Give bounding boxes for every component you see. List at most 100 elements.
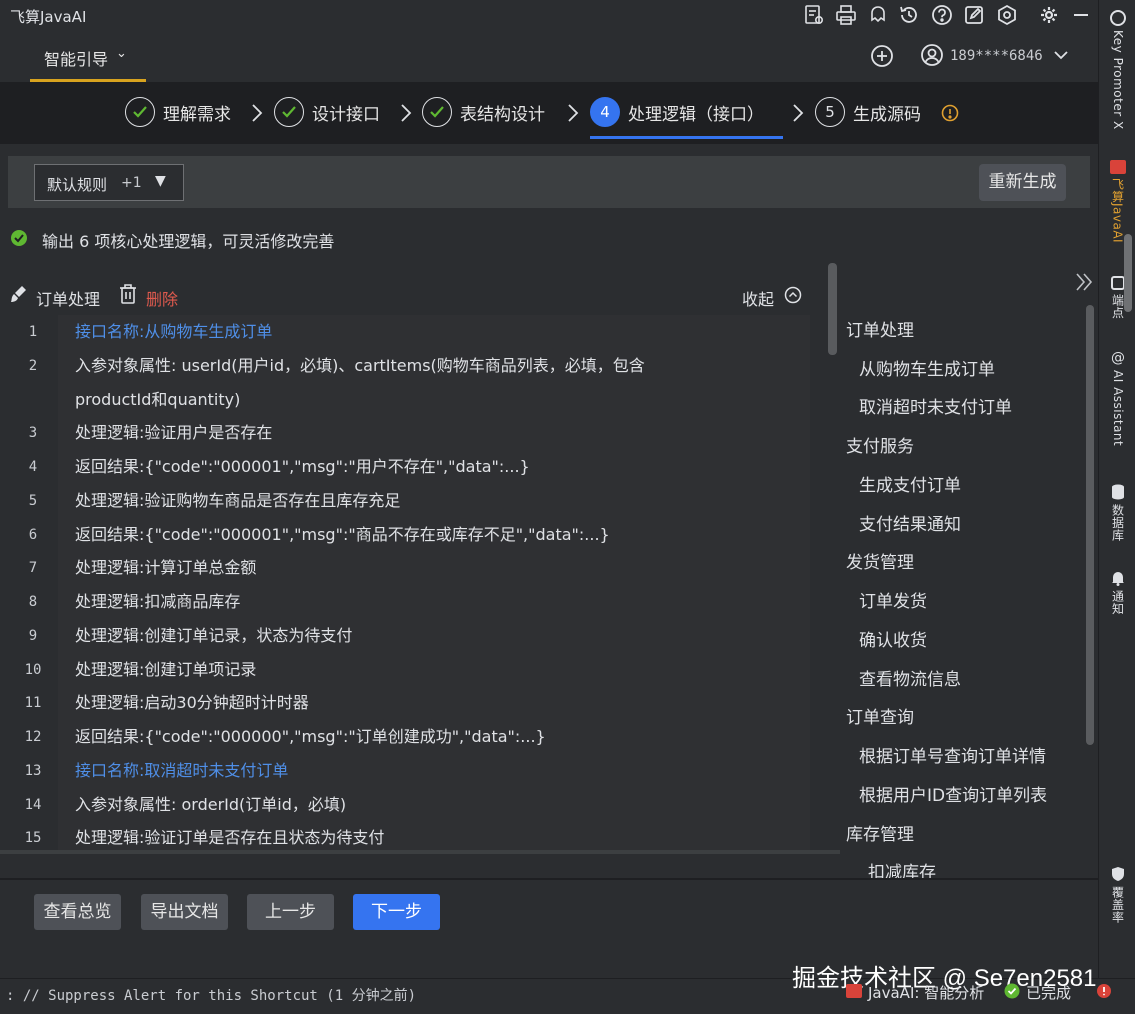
code-line[interactable]: 12 返回结果:{"code":"000000","msg":"订单创建成功","…	[0, 720, 810, 754]
line-number: 12	[24, 729, 42, 745]
divider	[0, 878, 1098, 880]
delete-button[interactable]: 删除	[146, 286, 178, 310]
header: 智能引导 ⌄ 189****6846	[0, 32, 1098, 82]
ai-assistant-tool[interactable]: @ AI Assistant	[1105, 350, 1131, 446]
document-settings-icon[interactable]	[803, 4, 825, 26]
outline-item[interactable]: 确认收货	[859, 626, 927, 651]
line-number: 11	[24, 695, 42, 711]
error-indicator-icon[interactable]	[1096, 983, 1112, 999]
printer-icon[interactable]	[835, 4, 857, 26]
step-table-design[interactable]: 表结构设计	[422, 96, 545, 128]
outline-scrollbar[interactable]	[1086, 305, 1094, 745]
outline-group[interactable]: 发货管理	[846, 548, 914, 573]
database-tool[interactable]: 数据库	[1105, 484, 1131, 542]
history-icon[interactable]	[898, 4, 920, 26]
code-line[interactable]: 8 处理逻辑:扣减商品库存	[0, 585, 810, 619]
outline-item[interactable]: 取消超时未支付订单	[859, 393, 1012, 418]
chevron-right-icon	[399, 102, 413, 124]
outline-item[interactable]: 扣减库存	[868, 858, 936, 878]
code-line[interactable]: 6 返回结果:{"code":"000001","msg":"商品不存在或库存不足…	[0, 518, 810, 552]
status-message[interactable]: : // Suppress Alert for this Shortcut (1…	[6, 985, 416, 1005]
tool-label: Key Promoter X	[1111, 30, 1125, 130]
outline-item[interactable]: 支付结果通知	[859, 510, 961, 535]
gear-icon[interactable]	[1038, 4, 1060, 26]
tab-smart-guide[interactable]: 智能引导 ⌄	[30, 32, 146, 82]
brush-icon	[8, 284, 28, 304]
app-title: 飞算JavaAI	[10, 8, 87, 26]
code-line[interactable]: 4 返回结果:{"code":"000001","msg":"用户不存在","da…	[0, 450, 810, 484]
dropdown-arrow-icon: ▼	[155, 173, 166, 189]
step-processing-logic[interactable]: 4 处理逻辑（接口）	[590, 96, 764, 128]
previous-step-button[interactable]: 上一步	[247, 894, 334, 930]
user-phone[interactable]: 189****6846	[950, 48, 1043, 64]
line-text: 返回结果:{"code":"000001","msg":"用户不存在","dat…	[75, 457, 530, 476]
minimize-icon[interactable]	[1070, 4, 1092, 26]
collapse-button[interactable]: 收起	[742, 286, 774, 310]
next-step-button[interactable]: 下一步	[353, 894, 440, 930]
ai-assistant-icon: @	[1111, 350, 1125, 366]
edit-icon[interactable]	[963, 4, 985, 26]
help-icon[interactable]	[931, 4, 953, 26]
key-promoter-tool[interactable]: Key Promoter X	[1105, 10, 1131, 130]
step-design-api[interactable]: 设计接口	[274, 96, 380, 128]
add-circle-icon[interactable]	[870, 44, 894, 68]
outline-group[interactable]: 支付服务	[846, 432, 914, 457]
step-label: 理解需求	[163, 104, 231, 125]
code-line[interactable]: 11 处理逻辑:启动30分钟超时计时器	[0, 686, 810, 720]
regenerate-button[interactable]: 重新生成	[979, 164, 1066, 201]
plugin-status[interactable]: JavaAI: 智能分析	[868, 982, 984, 1003]
outline-item[interactable]: 从购物车生成订单	[859, 355, 995, 380]
hexagon-settings-icon[interactable]	[996, 4, 1018, 26]
notifications-tool[interactable]: 通知	[1105, 570, 1131, 615]
outline-group[interactable]: 库存管理	[846, 820, 914, 845]
chevron-down-icon: ⌄	[116, 46, 127, 61]
code-line[interactable]: 5 处理逻辑:验证购物车商品是否存在且库存充足	[0, 484, 810, 518]
chevron-down-icon[interactable]	[1052, 46, 1070, 64]
outline-item[interactable]: 生成支付订单	[859, 471, 961, 496]
editor-horizontal-scrollbar[interactable]	[0, 850, 840, 854]
right-strip-scrollbar[interactable]	[1124, 234, 1132, 312]
logic-editor[interactable]: 1 接口名称:从购物车生成订单 2 入参对象属性: userId(用户id，必填)、c…	[0, 315, 810, 850]
line-text: 处理逻辑:创建订单记录，状态为待支付	[75, 626, 353, 645]
outline-item[interactable]: 根据用户ID查询订单列表	[859, 781, 1047, 806]
step-understand-requirements[interactable]: 理解需求	[125, 96, 231, 128]
code-line[interactable]: productId和quantity)	[0, 383, 810, 417]
outline-group[interactable]: 订单查询	[846, 703, 914, 728]
info-warning-icon[interactable]	[941, 104, 959, 122]
step-generate-source[interactable]: 5 生成源码	[815, 96, 921, 128]
line-number: 14	[24, 797, 42, 813]
rule-select[interactable]: 默认规则 +1 ▼	[34, 164, 184, 201]
code-line[interactable]: 15 处理逻辑:验证订单是否存在且状态为待支付	[0, 821, 810, 850]
code-line[interactable]: 3 处理逻辑:验证用户是否存在	[0, 416, 810, 450]
output-message: 输出 6 项核心处理逻辑，可灵活修改完善	[42, 232, 335, 251]
code-line[interactable]: 7 处理逻辑:计算订单总金额	[0, 551, 810, 585]
double-chevron-right-icon[interactable]	[1074, 270, 1094, 294]
step-number: 5	[815, 97, 845, 127]
chevron-right-icon	[566, 102, 580, 124]
code-line[interactable]: 2 入参对象属性: userId(用户id，必填)、cartItems(购物车商品…	[0, 349, 810, 383]
editor-scrollbar[interactable]	[828, 263, 837, 355]
tool-label: 数据库	[1110, 504, 1125, 542]
outline-item[interactable]: 查看物流信息	[859, 665, 961, 690]
code-line[interactable]: 9 处理逻辑:创建订单记录，状态为待支付	[0, 619, 810, 653]
line-number: 13	[24, 763, 42, 779]
code-line[interactable]: 10 处理逻辑:创建订单项记录	[0, 653, 810, 687]
database-icon	[1112, 484, 1124, 500]
view-overview-button[interactable]: 查看总览	[34, 894, 121, 930]
code-line[interactable]: 13 接口名称:取消超时未支付订单	[0, 754, 810, 788]
line-text: 处理逻辑:验证订单是否存在且状态为待支付	[75, 828, 385, 847]
export-document-button[interactable]: 导出文档	[141, 894, 228, 930]
plugin-icon[interactable]	[867, 4, 889, 26]
code-line[interactable]: 1 接口名称:从购物车生成订单	[0, 315, 810, 349]
line-number: 10	[24, 662, 42, 678]
javaai-tool[interactable]: 飞算JavaAI	[1105, 160, 1131, 243]
coverage-tool[interactable]: 覆盖率	[1105, 866, 1131, 924]
outline-item[interactable]: 根据订单号查询订单详情	[859, 742, 1046, 767]
line-number: 5	[28, 493, 38, 509]
outline-item[interactable]: 订单发货	[859, 587, 927, 612]
chevron-up-circle-icon[interactable]	[784, 286, 802, 304]
code-line[interactable]: 14 入参对象属性: orderId(订单id，必填)	[0, 788, 810, 822]
outline-group[interactable]: 订单处理	[846, 316, 914, 341]
user-avatar-icon[interactable]	[920, 43, 944, 67]
trash-icon[interactable]	[118, 283, 138, 305]
